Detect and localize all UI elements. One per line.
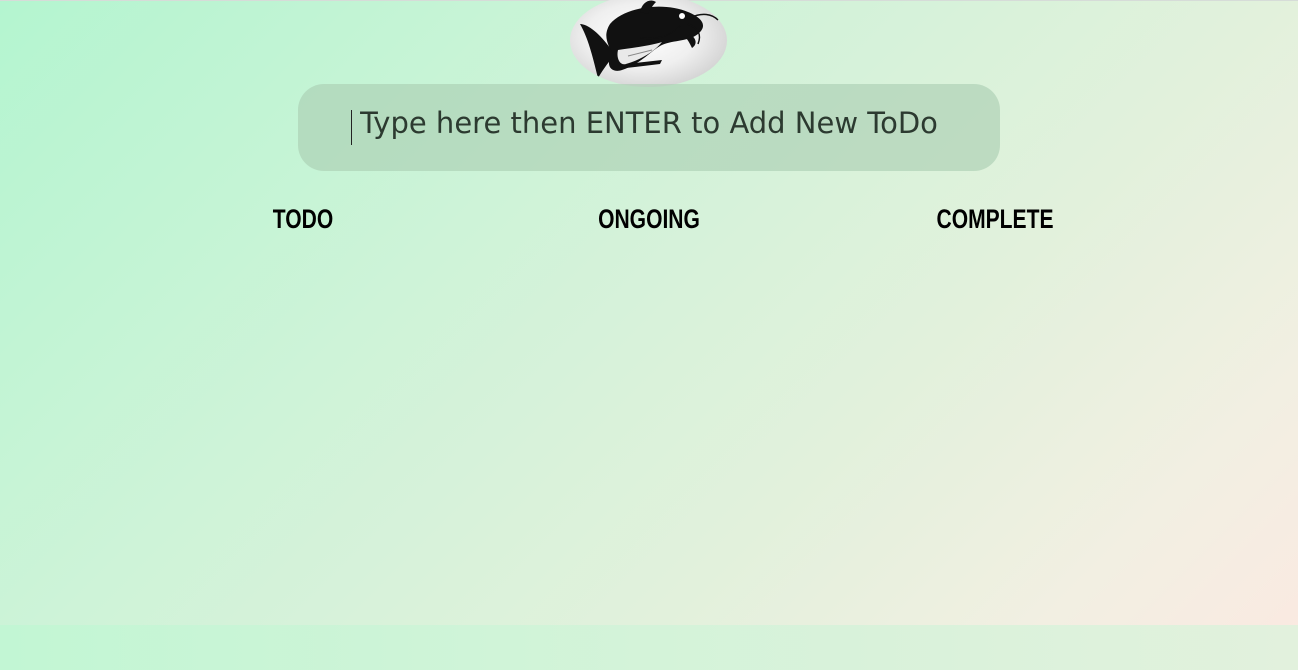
ongoing-list <box>549 250 749 610</box>
footer <box>0 625 1298 670</box>
new-todo-container <box>298 84 1000 171</box>
column-title-ongoing: ONGOING <box>598 204 700 234</box>
column-title-todo: TODO <box>272 204 334 234</box>
text-caret <box>351 110 352 145</box>
catfish-logo <box>570 0 727 87</box>
complete-list <box>895 250 1095 610</box>
column-title-complete: COMPLETE <box>936 204 1054 234</box>
catfish-icon <box>580 0 719 78</box>
todo-list <box>203 250 403 610</box>
new-todo-input[interactable] <box>298 84 1000 171</box>
